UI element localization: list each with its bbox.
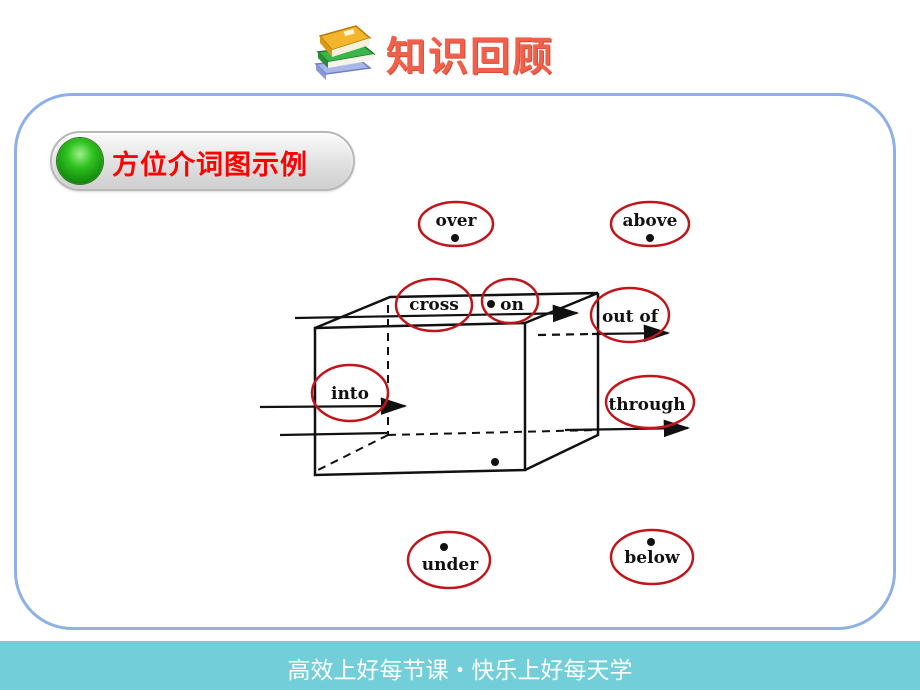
section-heading: 方位介词图示例 <box>50 131 355 191</box>
footer-slogan: 高效上好每节课・快乐上好每天学 <box>287 658 633 684</box>
slide-header: 知识回顾 <box>300 12 600 82</box>
inside-dot <box>491 458 499 466</box>
label-cross: cross <box>409 295 459 315</box>
books-stack-icon <box>314 25 376 80</box>
header-title: 知识回顾 <box>386 34 554 80</box>
footer-banner: 高效上好每节课・快乐上好每天学 <box>0 641 920 690</box>
label-below: below <box>624 548 679 568</box>
above-dot <box>646 234 654 242</box>
prepositions-diagram: over above cross on out of into through … <box>259 200 696 590</box>
on-dot <box>487 300 495 308</box>
under-dot <box>440 543 448 551</box>
green-ball-icon <box>57 138 103 184</box>
out-of-arrow-dash <box>537 332 593 337</box>
label-through: through <box>608 395 685 415</box>
over-dot <box>451 234 459 242</box>
label-under: under <box>422 555 479 575</box>
through-arrow-out <box>564 419 691 438</box>
label-on: on <box>500 295 524 315</box>
label-above: above <box>623 211 678 231</box>
motion-arrows <box>259 304 691 438</box>
label-into: into <box>331 384 369 404</box>
position-dots <box>440 234 655 551</box>
label-over: over <box>436 211 478 231</box>
section-title: 方位介词图示例 <box>112 150 308 181</box>
below-dot <box>647 538 655 546</box>
label-out-of: out of <box>602 307 660 327</box>
through-arrow-in <box>279 431 389 437</box>
